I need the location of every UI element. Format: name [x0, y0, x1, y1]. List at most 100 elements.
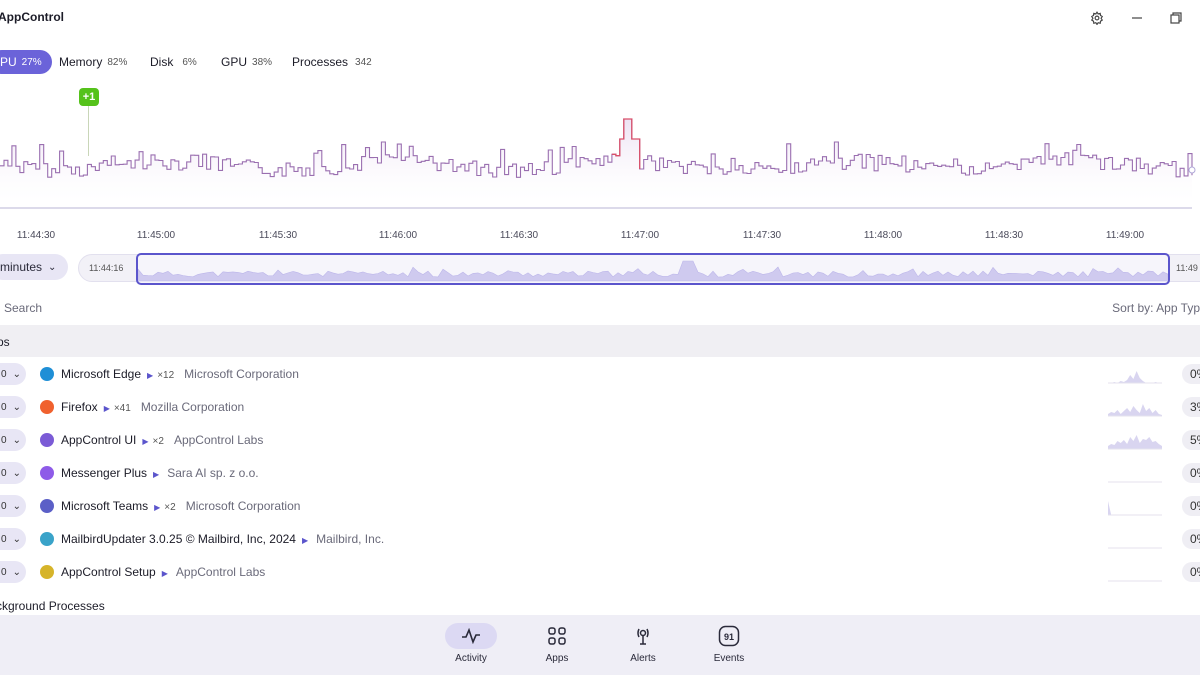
app-sparkline	[1108, 547, 1162, 549]
app-row[interactable]: 0⌄Firefox▶×41Mozilla Corporation3%	[0, 390, 1200, 423]
app-vendor: Mailbird, Inc.	[316, 532, 385, 546]
expand-toggle[interactable]: 0 ⌄	[0, 429, 26, 451]
edge-icon	[40, 367, 54, 381]
alerts-icon	[617, 623, 669, 649]
app-name-cell: AppControl Setup ▶ AppControl Labs	[61, 565, 265, 579]
chevron-down-icon: ⌄	[12, 368, 21, 380]
tab-value: 82%	[107, 56, 128, 68]
toggle-value: 0	[1, 500, 7, 512]
live-point	[1188, 166, 1196, 174]
app-sparkline	[1108, 404, 1162, 417]
play-arrow-icon: ▶	[161, 569, 168, 578]
expand-toggle[interactable]: 0 ⌄	[0, 396, 26, 418]
tab-gpu[interactable]: GPU 38%	[221, 50, 272, 74]
app-name-cell: Microsoft Edge ▶ ×12 Microsoft Corporation	[61, 367, 299, 381]
time-range-value: minutes	[0, 260, 43, 274]
tab-value: 38%	[252, 56, 273, 68]
nav-apps[interactable]: Apps	[527, 623, 587, 673]
toggle-value: 0	[1, 533, 7, 545]
app-row[interactable]: 0 ⌄ Microsoft Edge ▶ ×12 Microsoft Corporatio…	[0, 357, 1200, 390]
bottom-nav: Activity Apps Alerts 91 Events	[0, 615, 1200, 675]
expand-toggle[interactable]: 0 ⌄	[0, 462, 26, 484]
app-row[interactable]: 0 ⌄ Microsoft Teams ▶ ×2 Microsoft Corporatio…	[0, 489, 1200, 522]
time-range-select[interactable]: minutes ⌄	[0, 254, 68, 280]
sparkline-area	[1108, 435, 1162, 449]
time-tick: 11:47:30	[742, 230, 782, 241]
app-usage-value: 0%	[1182, 529, 1200, 549]
app-name-cell: Firefox ▶ ×41 Mozilla Corporation	[61, 400, 244, 414]
play-arrow-icon: ▶	[301, 536, 309, 545]
appcontrol-icon	[40, 433, 54, 447]
app-vendor: AppControl Labs	[173, 433, 264, 447]
play-arrow-icon: ▶	[103, 404, 110, 413]
apps-group-header[interactable]: ps	[0, 325, 1200, 357]
app-sparkline	[1108, 501, 1162, 516]
app-vendor: Microsoft Corporation	[184, 367, 299, 381]
app-name-cell: MailbirdUpdater 3.0.25 © Mailbird, Inc, …	[61, 532, 384, 546]
tab-processes[interactable]: Processes 342	[292, 50, 372, 74]
group-label: ps	[0, 335, 10, 349]
chevron-down-icon: ⌄	[48, 261, 57, 273]
app-name: AppControl Setup	[61, 565, 156, 579]
nav-alerts[interactable]: Alerts	[613, 623, 673, 673]
expand-toggle[interactable]: 0 ⌄	[0, 495, 26, 517]
background-processes-header[interactable]: ckground Processes	[0, 599, 105, 613]
restore-icon	[1170, 12, 1182, 24]
app-row[interactable]: 0⌄Messenger Plus▶Sara AI sp. z o.o.0%	[0, 456, 1200, 489]
app-row[interactable]: 0⌄AppControl Setup▶AppControl Labs0%	[0, 555, 1200, 588]
app-name: MailbirdUpdater 3.0.25 © Mailbird, Inc, …	[61, 532, 296, 546]
app-sparkline	[1108, 371, 1162, 384]
chevron-down-icon: ⌄	[12, 401, 21, 413]
apps-grid-icon	[531, 623, 583, 649]
cpu-activity-chart[interactable]	[0, 84, 1200, 244]
restore-button[interactable]	[1165, 8, 1187, 28]
nav-label: Apps	[545, 653, 569, 664]
tab-label: Disk	[150, 55, 174, 69]
app-sparkline	[1108, 435, 1162, 450]
expand-toggle[interactable]: 0 ⌄	[0, 561, 26, 583]
appcontrol-setup-icon	[40, 565, 54, 579]
search-input[interactable]: Search	[4, 301, 42, 315]
app-title: AppControl	[0, 10, 64, 24]
app-name-cell: AppControl UI ▶ ×2 AppControl Labs	[61, 433, 263, 447]
tab-value: 27%	[21, 56, 42, 68]
app-vendor: Microsoft Corporation	[185, 499, 301, 513]
app-usage-value: 5%	[1182, 430, 1200, 450]
tab-cpu[interactable]: PU 27%	[0, 50, 52, 74]
chevron-down-icon: ⌄	[12, 467, 21, 479]
chevron-down-icon: ⌄	[12, 500, 21, 512]
nav-activity[interactable]: Activity	[441, 623, 501, 673]
app-vendor: Mozilla Corporation	[140, 400, 245, 414]
overview-selection-window[interactable]	[136, 253, 1170, 285]
app-name: Messenger Plus	[61, 466, 148, 480]
tab-disk[interactable]: Disk 6%	[150, 50, 197, 74]
play-arrow-icon: ▶	[153, 470, 160, 479]
time-tick: 11:44:30	[16, 230, 56, 241]
app-name: Firefox	[61, 400, 98, 414]
nav-events[interactable]: 91 Events	[699, 623, 759, 673]
toggle-value: 0	[1, 401, 7, 413]
tab-memory[interactable]: Memory 82%	[59, 50, 127, 74]
tab-value: 6%	[182, 56, 197, 68]
app-row[interactable]: 0 ⌄ MailbirdUpdater 3.0.25 © Mailbird, Inc…	[0, 522, 1200, 555]
process-count: ×41	[113, 403, 131, 414]
expand-toggle[interactable]: 0 ⌄	[0, 363, 26, 385]
minimize-button[interactable]	[1126, 8, 1148, 28]
process-count: ×12	[157, 370, 175, 381]
minimize-icon	[1132, 17, 1142, 19]
toggle-value: 0	[1, 434, 7, 446]
time-tick: 11:47:00	[620, 230, 660, 241]
tab-value: 342	[355, 56, 372, 68]
settings-button[interactable]	[1086, 8, 1108, 28]
app-sparkline	[1108, 481, 1162, 483]
app-row[interactable]: 0⌄ AppControl UI▶×2AppControl Labs 5%	[0, 423, 1200, 456]
play-arrow-icon: ▶	[154, 503, 161, 512]
expand-toggle[interactable]: 0 ⌄	[0, 528, 26, 550]
sort-dropdown[interactable]: Sort by: App Typ	[1112, 301, 1200, 315]
app-usage-value: 0%	[1182, 496, 1200, 516]
app-usage-value: 0%	[1182, 562, 1200, 582]
timeline-overview[interactable]: 11:44:16 11:49	[78, 253, 1200, 285]
gear-icon	[1090, 11, 1104, 25]
app-usage-value: 3%	[1182, 397, 1200, 417]
overview-start-time: 11:44:16	[89, 263, 124, 273]
